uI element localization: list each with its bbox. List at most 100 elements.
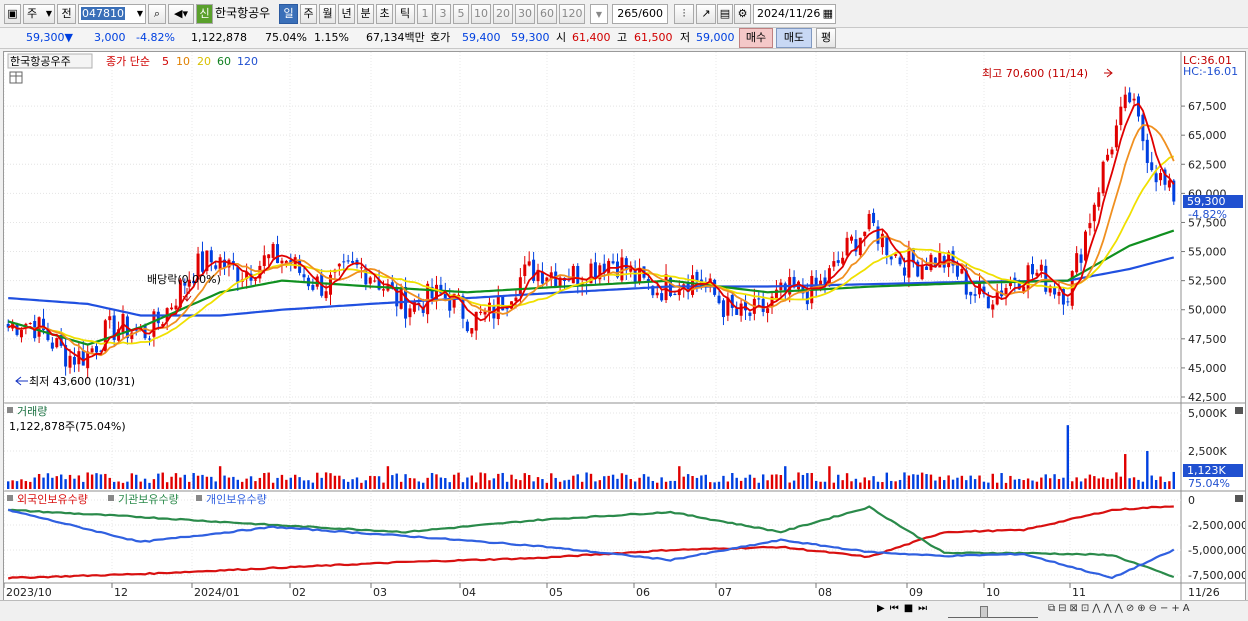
panel-close-icon[interactable] (1235, 495, 1243, 502)
chart-canvas[interactable]: 67,50065,00062,50060,00057,50055,00052,5… (4, 52, 1245, 600)
volume-bar (108, 477, 111, 489)
tab-minute[interactable]: 분 (357, 4, 374, 24)
candle-body (1132, 98, 1136, 101)
volume-bar (766, 480, 769, 489)
candle-body (324, 291, 328, 299)
candle-body (849, 236, 853, 241)
save-icon[interactable]: ▤ (717, 4, 733, 24)
tab-week[interactable]: 주 (300, 4, 317, 24)
volume-bar (1150, 475, 1153, 489)
volume-bar (505, 481, 509, 489)
panel-close-icon[interactable] (1235, 407, 1243, 414)
volume-bar (819, 481, 822, 489)
volume-bar (311, 482, 315, 489)
last-pct-value: -4.82% (1188, 208, 1227, 221)
date-input[interactable]: 2024/11/26 ▦ (753, 4, 836, 24)
chart-area[interactable]: 67,500 65,000 62,500 60,000 57,500 55,000 52,5… (3, 51, 1246, 601)
period-unit-dropdown[interactable]: 주 ▼ (23, 4, 55, 24)
candle-body (1106, 154, 1110, 161)
interval-dropdown[interactable]: ▼ (590, 4, 608, 24)
prev-button[interactable]: 전 (57, 4, 76, 24)
candle-body (470, 328, 474, 334)
interval-20[interactable]: 20 (493, 4, 513, 24)
interval-60[interactable]: 60 (537, 4, 557, 24)
volume-bar (1097, 478, 1100, 489)
candle-body (611, 261, 615, 264)
volume-bar (302, 480, 306, 489)
volume-bar (695, 477, 699, 489)
zoom-slider[interactable] (948, 603, 1038, 618)
count-input[interactable]: 265/600 (612, 4, 668, 24)
search-icon[interactable]: ⌕ (148, 4, 166, 24)
candle-body (408, 308, 412, 318)
volume-bar (73, 478, 76, 489)
volume-bar (823, 481, 827, 489)
zoom-slider-handle[interactable] (980, 606, 988, 618)
candle-body (302, 274, 306, 278)
volume-bar (293, 474, 297, 489)
candle-body (717, 295, 721, 304)
stock-code-input[interactable]: 047810 ▼ (78, 4, 146, 24)
tab-second[interactable]: 초 (376, 4, 393, 24)
volume-bar (1101, 477, 1105, 489)
volume-bar (625, 474, 628, 489)
eval-button[interactable]: 평 (816, 28, 836, 48)
candle-body (991, 304, 995, 310)
candle-body (1075, 253, 1079, 273)
draw-tool-icon[interactable]: ↗ (696, 4, 716, 24)
candle-body (571, 265, 575, 284)
candle-body (200, 251, 204, 272)
volume-bar (1048, 478, 1052, 489)
tab-month[interactable]: 월 (319, 4, 336, 24)
interval-120[interactable]: 120 (559, 4, 585, 24)
candle-body (1159, 172, 1163, 181)
tab-year[interactable]: 년 (338, 4, 355, 24)
volume-bar (254, 481, 257, 489)
interval-10[interactable]: 10 (471, 4, 491, 24)
volume-bar (1044, 474, 1047, 489)
drawing-tools[interactable]: ⧉⊟⊠⊡⋀⋀⋀⊘⊕⊖−+A (1048, 603, 1193, 614)
volume-bar (775, 474, 778, 489)
sell-button[interactable]: 매도 (776, 28, 812, 48)
volume-bar (1159, 476, 1162, 489)
interval-1[interactable]: 1 (417, 4, 433, 24)
volume-bar (629, 479, 632, 489)
buy-button[interactable]: 매수 (739, 28, 773, 48)
volume-bar (210, 476, 213, 489)
gear-icon[interactable]: ⚙ (734, 4, 751, 24)
candle-body (280, 260, 284, 264)
speaker-icon[interactable]: ◀▾ (168, 4, 194, 24)
ma60-legend: 60 (217, 55, 231, 68)
volume-bar (527, 475, 531, 489)
volume-bar (603, 476, 606, 489)
candle-body (1150, 162, 1154, 171)
volume-bar (263, 473, 266, 489)
interval-3[interactable]: 3 (435, 4, 451, 24)
high-label: 고 (617, 31, 628, 44)
volume-bar (157, 473, 160, 489)
tab-day[interactable]: 일 (279, 4, 298, 24)
candle-body (973, 294, 977, 296)
volume-bar (1132, 477, 1136, 489)
volume-bar (792, 480, 796, 489)
volume-bar (271, 482, 275, 489)
interval-5[interactable]: 5 (453, 4, 469, 24)
candle-body (276, 244, 280, 264)
volume-bar (514, 479, 518, 489)
volume-bar (59, 474, 63, 489)
volume-bar (46, 473, 50, 489)
candle-body (28, 323, 32, 325)
change-percent: -4.82% (136, 31, 175, 44)
tab-tick[interactable]: 틱 (395, 4, 415, 24)
candle-type-icon[interactable]: ⫶ (674, 4, 694, 24)
candle-body (523, 264, 527, 277)
playback-controls[interactable]: ▶⏮■⏭ (877, 603, 932, 614)
volume-bar (448, 482, 451, 489)
last-volume-value: 1,123K (1187, 464, 1226, 477)
interval-30[interactable]: 30 (515, 4, 535, 24)
window-icon[interactable]: ▣ (4, 4, 21, 24)
volume-bar (165, 482, 169, 489)
candle-body (1141, 114, 1145, 142)
volume-bar (227, 477, 231, 489)
volume-bar (1075, 477, 1078, 489)
